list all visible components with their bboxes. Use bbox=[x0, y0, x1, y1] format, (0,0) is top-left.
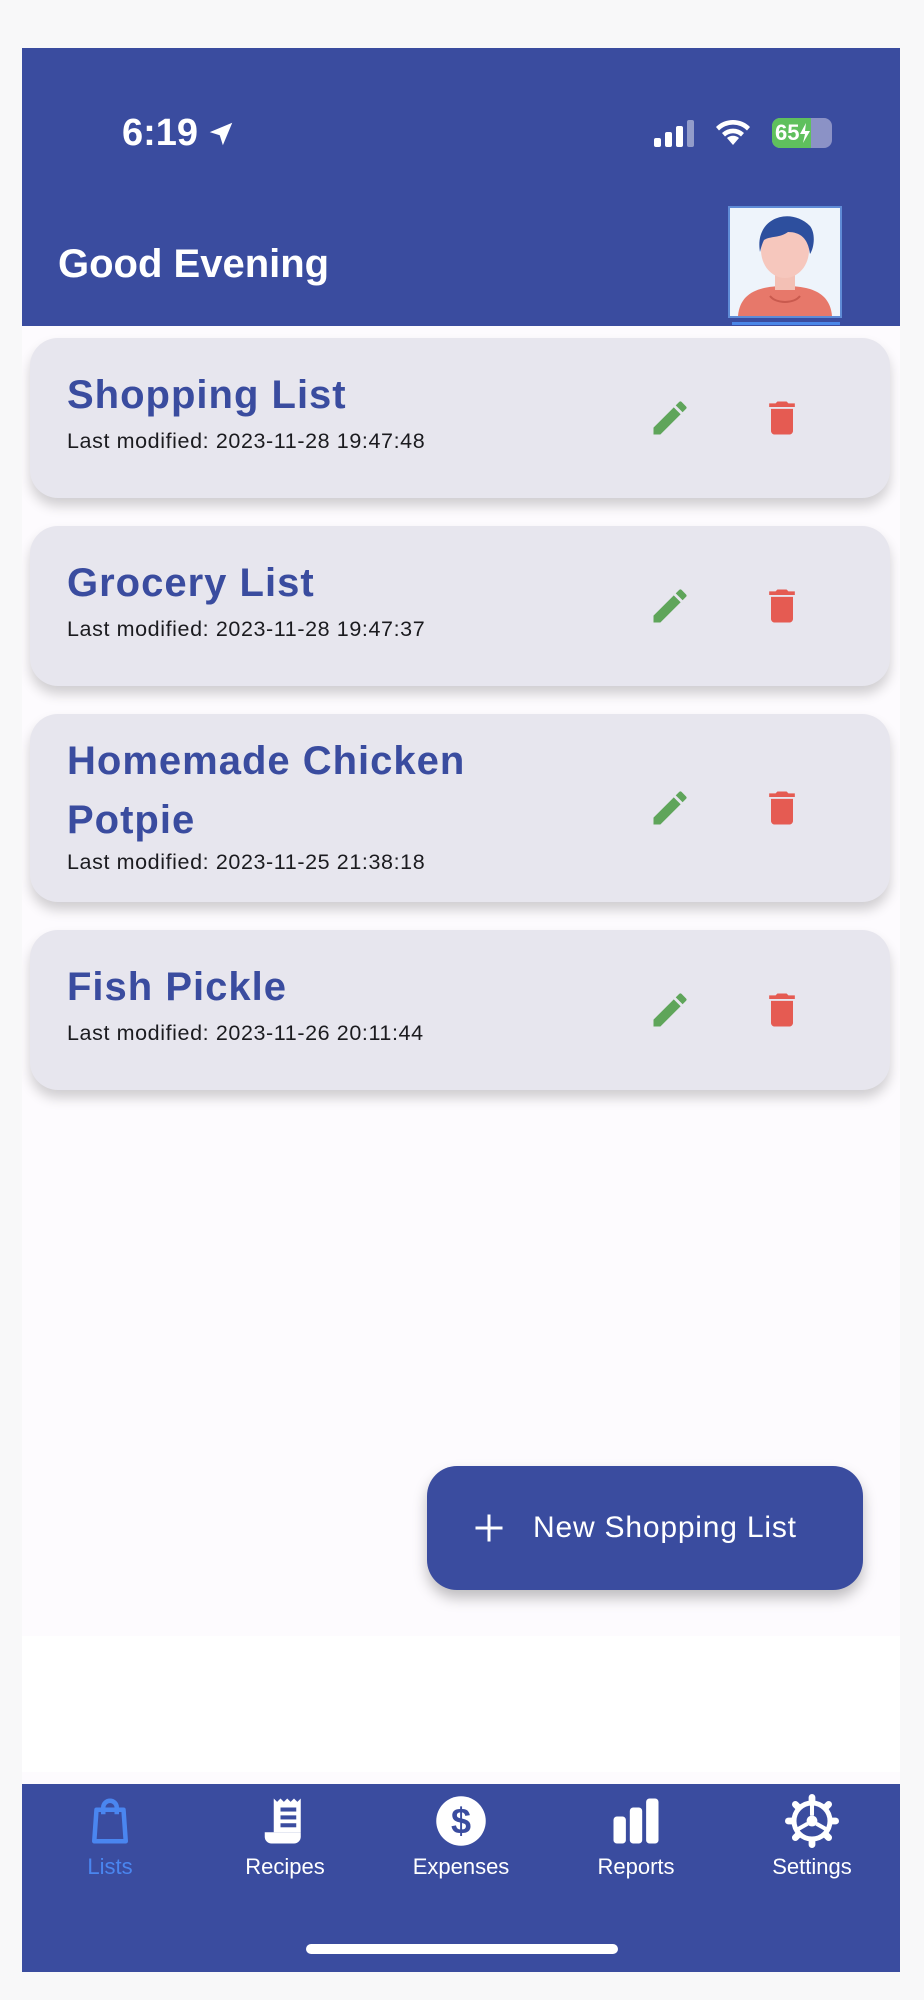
wifi-icon bbox=[716, 119, 750, 145]
delete-button[interactable] bbox=[760, 396, 804, 440]
trash-icon bbox=[769, 791, 795, 825]
list-actions bbox=[648, 714, 804, 902]
nav-label: Recipes bbox=[245, 1854, 325, 1879]
list-card[interactable]: Homemade Chicken Potpie Last modified: 2… bbox=[30, 714, 890, 902]
pencil-icon bbox=[653, 401, 687, 435]
shopping-lists: Shopping List Last modified: 2023-11-28 … bbox=[30, 338, 890, 1118]
pencil-icon bbox=[653, 993, 687, 1027]
delete-button[interactable] bbox=[760, 988, 804, 1032]
content-footer bbox=[22, 1636, 900, 1772]
receipt-icon bbox=[264, 1798, 301, 1844]
list-card[interactable]: Fish Pickle Last modified: 2023-11-26 20… bbox=[30, 930, 890, 1090]
fab-label: New Shopping List bbox=[533, 1511, 797, 1544]
bar-chart-icon bbox=[613, 1798, 659, 1844]
list-actions bbox=[648, 930, 804, 1090]
status-icons: 65 bbox=[654, 118, 832, 148]
edit-button[interactable] bbox=[648, 988, 692, 1032]
list-title: Homemade Chicken Potpie bbox=[67, 739, 466, 842]
delete-button[interactable] bbox=[760, 584, 804, 628]
nav-item-reports[interactable]: Reports bbox=[556, 1794, 716, 1880]
trash-icon bbox=[769, 401, 795, 435]
plus-icon bbox=[475, 1514, 503, 1542]
app-screen: 6:19 65 Good Evening Shopping List Last … bbox=[22, 48, 900, 1972]
trash-icon bbox=[769, 589, 795, 623]
edit-button[interactable] bbox=[648, 786, 692, 830]
avatar[interactable] bbox=[728, 206, 842, 318]
pencil-icon bbox=[653, 791, 687, 825]
user-avatar-icon bbox=[730, 208, 840, 316]
list-card[interactable]: Grocery List Last modified: 2023-11-28 1… bbox=[30, 526, 890, 686]
nav-item-expenses[interactable]: $ Expenses bbox=[381, 1794, 541, 1880]
nav-item-settings[interactable]: Settings bbox=[732, 1794, 892, 1880]
nav-label: Lists bbox=[87, 1854, 133, 1879]
delete-button[interactable] bbox=[760, 786, 804, 830]
trash-icon bbox=[769, 993, 795, 1027]
list-title: Shopping List bbox=[67, 373, 347, 417]
location-arrow-icon bbox=[209, 122, 233, 145]
list-title: Grocery List bbox=[67, 561, 315, 605]
time-label: 6:19 bbox=[122, 112, 199, 154]
greeting-title: Good Evening bbox=[58, 242, 330, 286]
list-title: Fish Pickle bbox=[67, 965, 287, 1009]
status-time: 6:19 bbox=[122, 112, 236, 155]
home-indicator bbox=[306, 1944, 618, 1954]
gear-icon bbox=[785, 1794, 839, 1848]
avatar-indicator bbox=[732, 322, 840, 325]
battery-label: 65 bbox=[775, 120, 800, 145]
nav-label: Expenses bbox=[412, 1854, 510, 1879]
svg-text:$: $ bbox=[451, 1800, 471, 1841]
list-card[interactable]: Shopping List Last modified: 2023-11-28 … bbox=[30, 338, 890, 498]
signal-icon bbox=[654, 119, 694, 147]
header: 6:19 65 Good Evening bbox=[22, 48, 900, 326]
nav-label: Reports bbox=[597, 1854, 675, 1879]
battery-icon: 65 bbox=[772, 118, 832, 148]
dollar-icon: $ bbox=[436, 1796, 486, 1846]
nav-item-lists[interactable]: Lists bbox=[30, 1794, 190, 1880]
new-shopping-list-button[interactable]: New Shopping List bbox=[427, 1466, 863, 1590]
edit-button[interactable] bbox=[648, 584, 692, 628]
edit-button[interactable] bbox=[648, 396, 692, 440]
nav-item-recipes[interactable]: Recipes bbox=[205, 1794, 365, 1880]
list-actions bbox=[648, 526, 804, 686]
pencil-icon bbox=[653, 589, 687, 623]
shopping-bag-icon bbox=[92, 1798, 128, 1844]
list-actions bbox=[648, 338, 804, 498]
nav-label: Settings bbox=[772, 1854, 852, 1879]
